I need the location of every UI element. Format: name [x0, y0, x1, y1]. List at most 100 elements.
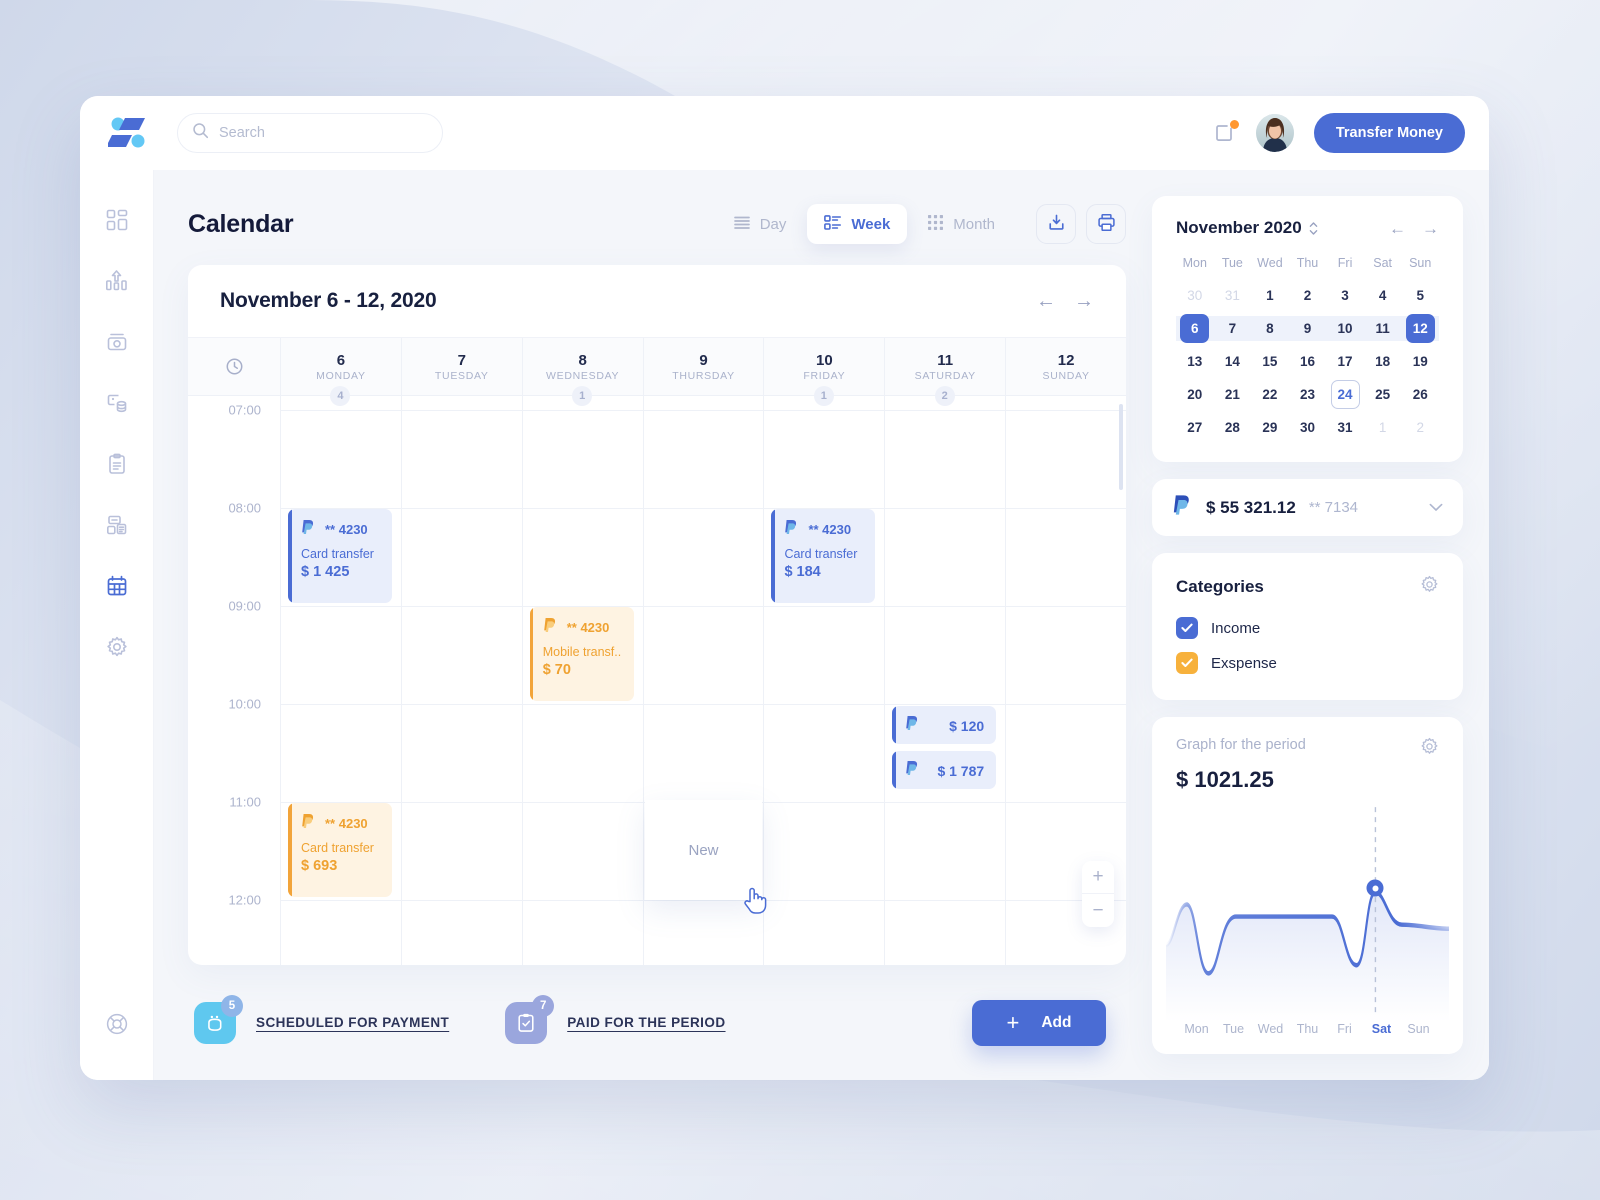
legend-paid[interactable]: 7 PAID FOR THE PERIOD	[505, 994, 725, 1044]
mini-day-cell[interactable]: 13	[1176, 347, 1214, 376]
day-name: FRIDAY	[803, 369, 846, 382]
mini-day-cell[interactable]: 27	[1176, 413, 1214, 442]
calendar-prev-button[interactable]: ←	[1036, 291, 1056, 311]
calendar-event[interactable]: $ 120	[892, 706, 997, 744]
checkbox-income[interactable]	[1176, 617, 1198, 639]
mini-day-cell[interactable]: 23	[1289, 380, 1327, 409]
mini-day-cell[interactable]: 9	[1288, 314, 1327, 343]
mini-day-cell-selected-end[interactable]: 12	[1401, 314, 1439, 343]
sidebar-item-support[interactable]	[97, 1006, 137, 1046]
mini-day-cell[interactable]: 2	[1401, 413, 1439, 442]
mini-day-cell[interactable]: 1	[1251, 281, 1289, 310]
mini-dow: Mon	[1182, 256, 1207, 270]
day-column-saturday[interactable]: $ 120 $ 1 787	[884, 396, 1005, 965]
mini-day-cell[interactable]: 15	[1251, 347, 1289, 376]
print-button[interactable]	[1086, 204, 1126, 244]
mini-day-cell[interactable]: 31	[1214, 281, 1252, 310]
sidebar-item-transactions[interactable]	[97, 385, 137, 425]
day-header-2[interactable]: 8 WEDNESDAY	[521, 338, 643, 395]
mini-day-cell[interactable]: 5	[1401, 281, 1439, 310]
category-row-income[interactable]: Income	[1176, 617, 1439, 639]
search-box[interactable]	[177, 113, 443, 153]
right-sidebar: November 2020 ← → Mon Tue Wed Thu Fri Sa…	[1152, 170, 1489, 1080]
mini-day-cell[interactable]: 20	[1176, 380, 1214, 409]
sidebar-item-wallet[interactable]	[97, 324, 137, 364]
legend-scheduled[interactable]: 5 SCHEDULED FOR PAYMENT	[194, 994, 449, 1044]
add-button[interactable]: + Add	[972, 999, 1106, 1046]
avatar[interactable]	[1255, 114, 1294, 152]
mini-day-cell[interactable]: 11	[1363, 314, 1402, 343]
day-column-tuesday[interactable]	[400, 396, 522, 965]
calendar-event[interactable]: ** 4230 Card transfer $ 184	[771, 509, 876, 603]
transfer-money-button[interactable]: Transfer Money	[1313, 113, 1465, 153]
zoom-out-button[interactable]: −	[1082, 894, 1114, 927]
mini-day-cell[interactable]: 10	[1326, 314, 1364, 343]
day-header-0[interactable]: 6 MONDAY	[280, 338, 401, 395]
mini-day-cell[interactable]: 19	[1401, 347, 1439, 376]
mini-day-cell[interactable]: 3	[1326, 281, 1364, 310]
day-column-monday[interactable]: ** 4230 Card transfer $ 1 425 ** 4230 Ca…	[280, 396, 401, 965]
chevron-down-icon[interactable]	[1429, 500, 1443, 515]
calendar-scrollbar[interactable]	[1119, 404, 1123, 490]
mini-day-cell-today[interactable]: 24	[1326, 380, 1364, 409]
notification-icon[interactable]	[1214, 120, 1239, 145]
mini-day-cell[interactable]: 30	[1176, 281, 1214, 310]
mini-day-cell[interactable]: 26	[1401, 380, 1439, 409]
calendar-event[interactable]: ** 4230 Card transfer $ 693	[288, 803, 392, 897]
day-header-5[interactable]: 11 SATURDAY	[884, 338, 1005, 395]
day-column-friday[interactable]: ** 4230 Card transfer $ 184	[763, 396, 884, 965]
sidebar-item-accounts[interactable]	[97, 507, 137, 547]
checkbox-expense[interactable]	[1176, 652, 1198, 674]
sidebar-item-calendar[interactable]	[97, 568, 137, 608]
day-header-1[interactable]: 7 TUESDAY	[400, 338, 522, 395]
mini-day-cell[interactable]: 29	[1251, 413, 1289, 442]
mini-calendar-next-button[interactable]: →	[1422, 220, 1439, 237]
mini-day-cell[interactable]: 25	[1364, 380, 1402, 409]
new-event-placeholder[interactable]: New	[644, 800, 763, 900]
calendar-event[interactable]: $ 1 787	[892, 751, 997, 789]
mini-day-cell[interactable]: 17	[1326, 347, 1364, 376]
mini-day-cell[interactable]: 2	[1289, 281, 1327, 310]
export-button[interactable]	[1036, 204, 1076, 244]
mini-day-cell-selected-start[interactable]: 6	[1176, 314, 1214, 343]
search-input[interactable]	[219, 125, 428, 141]
sidebar-item-settings[interactable]	[97, 629, 137, 669]
mini-day-cell[interactable]: 31	[1326, 413, 1364, 442]
zoom-in-button[interactable]: +	[1082, 861, 1114, 894]
calendar-event[interactable]: ** 4230 Card transfer $ 1 425	[288, 509, 392, 603]
mini-day-cell[interactable]: 8	[1251, 314, 1289, 343]
day-header-4[interactable]: 10 FRIDAY	[763, 338, 884, 395]
stepper-updown-icon[interactable]	[1309, 221, 1318, 236]
mini-day-cell[interactable]: 7	[1213, 314, 1252, 343]
day-column-thursday[interactable]: New	[642, 396, 767, 965]
mini-day-cell[interactable]: 4	[1364, 281, 1402, 310]
account-balance-card[interactable]: $ 55 321.12 ** 7134	[1152, 479, 1463, 536]
mini-day-cell[interactable]: 18	[1364, 347, 1402, 376]
mini-day-cell[interactable]: 28	[1214, 413, 1252, 442]
calendar-next-button[interactable]: →	[1074, 291, 1094, 311]
mini-day-cell[interactable]: 1	[1364, 413, 1402, 442]
mini-day-cell[interactable]: 30	[1289, 413, 1327, 442]
mini-day-cell[interactable]: 14	[1214, 347, 1252, 376]
tab-week[interactable]: Week	[807, 204, 908, 244]
gear-icon[interactable]	[1420, 575, 1439, 599]
sidebar-item-dashboard[interactable]	[97, 202, 137, 242]
mini-day-cell[interactable]: 22	[1251, 380, 1289, 409]
calendar-event[interactable]: ** 4230 Mobile transf.. $ 70	[529, 607, 634, 701]
sidebar-item-analytics[interactable]	[97, 263, 137, 303]
legend-scheduled-label[interactable]: SCHEDULED FOR PAYMENT	[256, 1015, 449, 1030]
mini-day-cell[interactable]: 21	[1214, 380, 1252, 409]
app-logo[interactable]	[102, 117, 158, 149]
day-column-wednesday[interactable]: ** 4230 Mobile transf.. $ 70	[521, 396, 643, 965]
day-header-3[interactable]: 9 THURSDAY	[642, 338, 764, 395]
gear-icon[interactable]	[1420, 737, 1439, 761]
mini-day-cell[interactable]: 16	[1289, 347, 1327, 376]
day-header-6[interactable]: 12 SUNDAY	[1005, 338, 1126, 395]
category-row-expense[interactable]: Exspense	[1176, 652, 1439, 674]
paypal-icon	[905, 715, 920, 736]
legend-paid-label[interactable]: PAID FOR THE PERIOD	[567, 1015, 725, 1030]
mini-calendar-prev-button[interactable]: ←	[1389, 220, 1406, 237]
tab-month[interactable]: Month	[911, 204, 1012, 244]
sidebar-item-reports[interactable]	[97, 446, 137, 486]
tab-day[interactable]: Day	[717, 204, 804, 244]
